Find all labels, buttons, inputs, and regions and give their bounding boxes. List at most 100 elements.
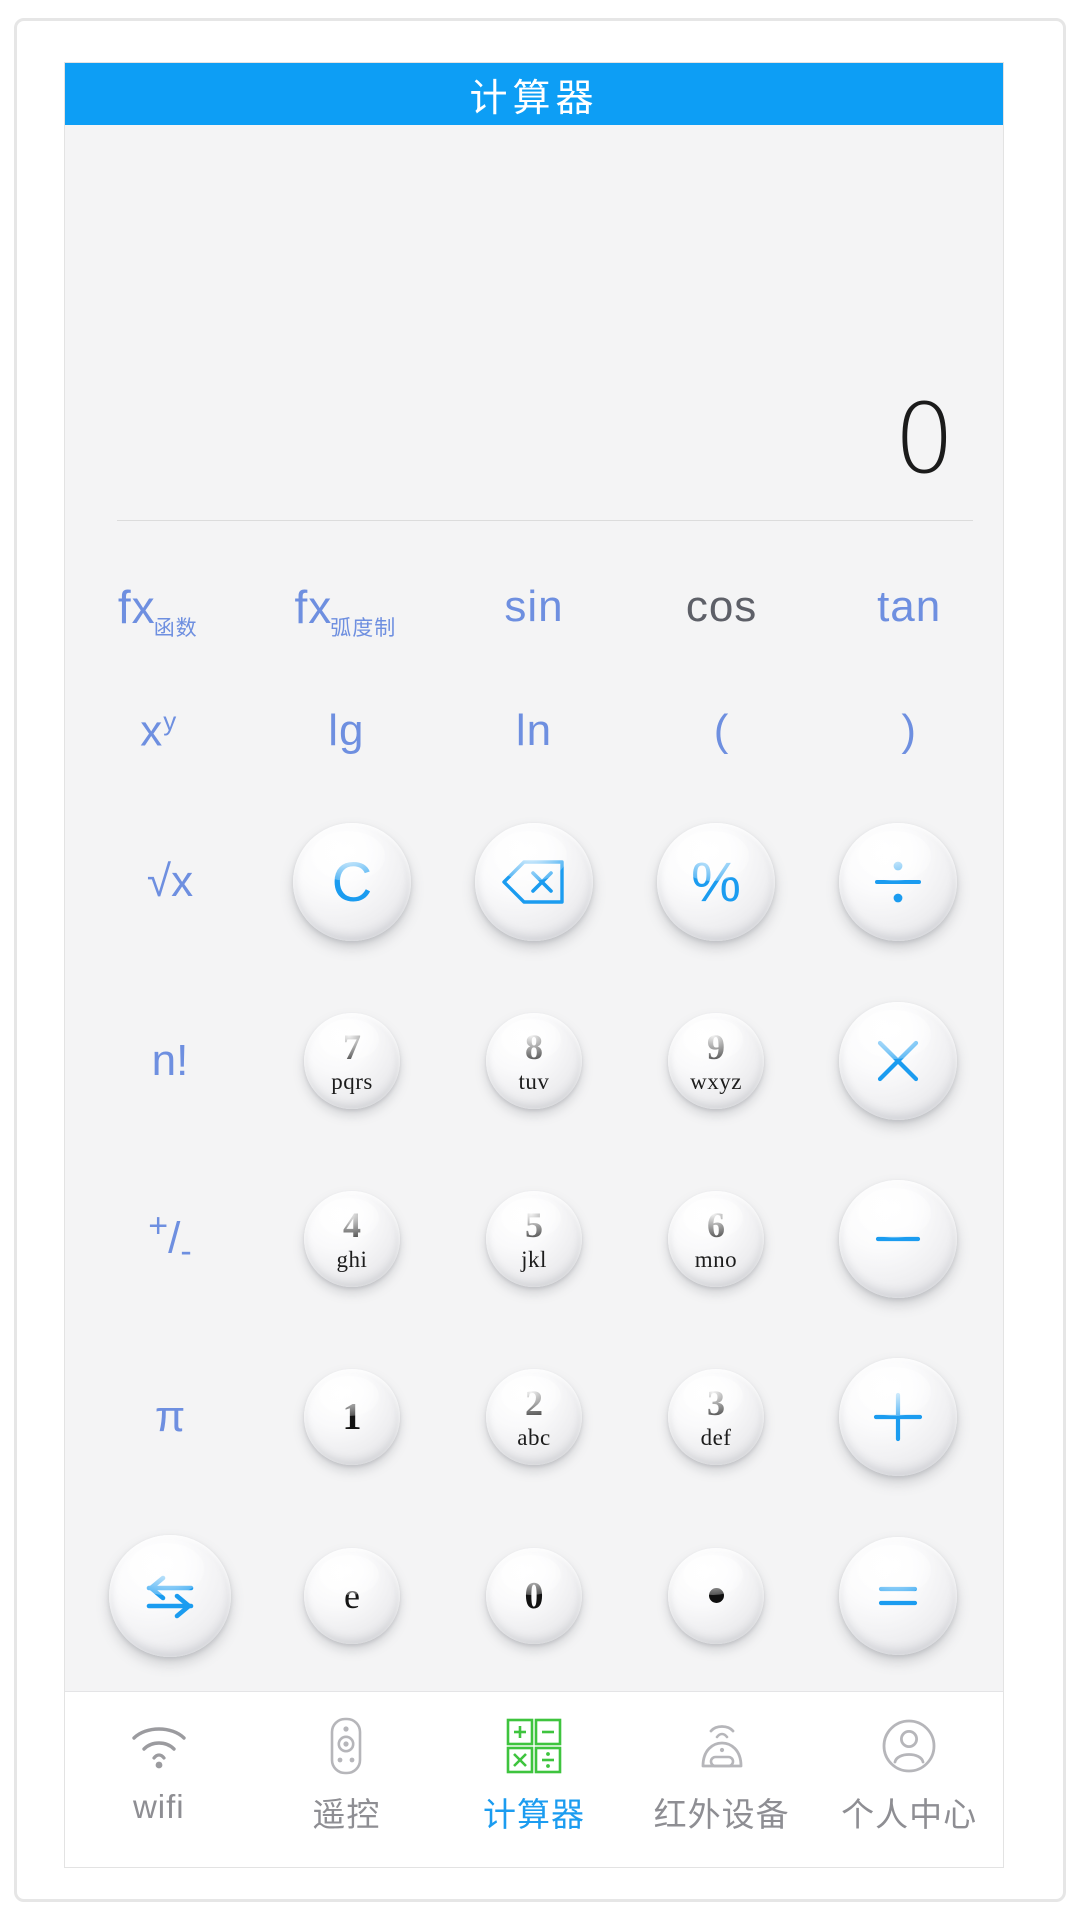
display-divider: [117, 520, 973, 521]
number-button-4[interactable]: 4 ghi: [304, 1190, 400, 1287]
calculator-body: 0 fx函数 fx弧度制 sin cos tan xy lg ln () √x…: [65, 125, 1003, 1691]
fn-x-power-y[interactable]: xy: [65, 706, 253, 757]
page-title: 计算器: [469, 77, 599, 120]
fn-fx-radian[interactable]: fx弧度制: [253, 580, 441, 640]
number-3-letters: def: [700, 1425, 732, 1451]
key-8-cell: 8 tuv: [443, 971, 625, 1149]
number-5-digit: 5: [525, 1204, 543, 1245]
fn-x-base: x: [140, 706, 164, 756]
multiply-button[interactable]: [839, 1001, 957, 1120]
clear-button[interactable]: C: [293, 823, 411, 942]
wifi-icon: [128, 1714, 190, 1778]
divide-icon: [870, 854, 926, 910]
nav-item-user-center[interactable]: 个人中心: [815, 1714, 1003, 1836]
key-percent-cell: %: [625, 793, 807, 971]
nav-item-wifi[interactable]: wifi: [65, 1714, 253, 1826]
plus-minus-bottom: -: [180, 1232, 192, 1271]
nav-label-remote: 遥控: [312, 1796, 381, 1833]
user-icon: [880, 1714, 938, 1778]
number-button-1[interactable]: 1: [304, 1369, 400, 1466]
nav-label-calculator: 计算器: [482, 1796, 585, 1833]
fn-paren-open[interactable]: (: [628, 706, 816, 756]
number-8-letters: tuv: [518, 1068, 550, 1094]
key-e-cell: e: [261, 1507, 443, 1685]
plus-button[interactable]: [839, 1358, 957, 1477]
percent-button[interactable]: %: [657, 823, 775, 942]
number-button-3[interactable]: 3 def: [668, 1369, 764, 1466]
fn-fx-function[interactable]: fx函数: [65, 580, 253, 640]
key-9-cell: 9 wxyz: [625, 971, 807, 1149]
number-1-digit: 1: [342, 1396, 362, 1439]
key-pi[interactable]: π: [79, 1328, 261, 1506]
fn-ln[interactable]: ln: [440, 706, 628, 756]
device-frame: 计算器 0 fx函数 fx弧度制 sin cos tan xy lg ln (…: [14, 18, 1066, 1902]
number-9-letters: wxyz: [690, 1068, 742, 1094]
fn-fx-function-sub: 函数: [153, 617, 198, 640]
key-equals-cell: [807, 1507, 989, 1685]
minus-icon: [870, 1211, 926, 1267]
fn-lg[interactable]: lg: [253, 706, 441, 756]
key-5-cell: 5 jkl: [443, 1150, 625, 1328]
key-minus-cell: [807, 1150, 989, 1328]
equals-icon: [870, 1568, 926, 1624]
fn-x-exponent: y: [163, 705, 178, 736]
number-6-digit: 6: [707, 1204, 725, 1245]
key-swap-cell: [79, 1507, 261, 1685]
number-button-7[interactable]: 7 pqrs: [304, 1012, 400, 1109]
key-3-cell: 3 def: [625, 1328, 807, 1506]
fn-sin[interactable]: sin: [440, 582, 628, 632]
app-panel: 计算器 0 fx函数 fx弧度制 sin cos tan xy lg ln (…: [64, 62, 1004, 1868]
nav-label-user-center: 个人中心: [841, 1796, 978, 1833]
swap-button[interactable]: [109, 1534, 231, 1657]
equals-button[interactable]: [839, 1536, 957, 1655]
number-button-2[interactable]: 2 abc: [486, 1369, 582, 1466]
nav-item-calculator[interactable]: 计算器: [440, 1714, 628, 1836]
fn-paren-close[interactable]: ): [815, 706, 1003, 756]
number-7-digit: 7: [343, 1026, 361, 1067]
number-button-e[interactable]: e: [304, 1547, 400, 1644]
fn-fx-radian-sub: 弧度制: [330, 617, 397, 640]
nav-item-infrared[interactable]: 红外设备: [628, 1714, 816, 1836]
app-header: 计算器: [65, 63, 1003, 125]
clear-label: C: [331, 850, 373, 914]
key-6-cell: 6 mno: [625, 1150, 807, 1328]
number-button-6[interactable]: 6 mno: [668, 1190, 764, 1287]
number-2-letters: abc: [517, 1425, 551, 1451]
key-divide-cell: [807, 793, 989, 971]
decimal-point-button[interactable]: [668, 1547, 764, 1644]
display-area[interactable]: 0: [65, 125, 1003, 545]
key-plus-minus[interactable]: +/-: [79, 1150, 261, 1328]
number-4-digit: 4: [343, 1204, 361, 1245]
fn-tan[interactable]: tan: [815, 582, 1003, 632]
number-2-digit: 2: [525, 1383, 543, 1424]
function-row-1: fx函数 fx弧度制 sin cos tan: [65, 545, 1003, 669]
pi-label: π: [154, 1392, 186, 1442]
divide-button[interactable]: [839, 823, 957, 942]
plus-minus-label: +/-: [148, 1209, 191, 1268]
key-7-cell: 7 pqrs: [261, 971, 443, 1149]
bottom-nav: wifi 遥控 计算器 红外设备 个人中心: [65, 1691, 1003, 1867]
number-6-letters: mno: [694, 1246, 738, 1272]
nav-item-remote[interactable]: 遥控: [253, 1714, 441, 1836]
number-button-9[interactable]: 9 wxyz: [668, 1012, 764, 1109]
backspace-button[interactable]: [475, 823, 593, 942]
fn-fx-radian-main: fx: [294, 581, 333, 633]
number-button-5[interactable]: 5 jkl: [486, 1190, 582, 1287]
number-3-digit: 3: [707, 1383, 725, 1424]
remote-icon: [325, 1714, 367, 1778]
multiply-icon: [870, 1033, 926, 1089]
key-0-cell: 0: [443, 1507, 625, 1685]
number-button-0[interactable]: 0: [486, 1547, 582, 1644]
key-factorial[interactable]: n!: [79, 971, 261, 1149]
infrared-icon: [691, 1714, 753, 1778]
key-multiply-cell: [807, 971, 989, 1149]
number-0-digit: 0: [524, 1574, 544, 1617]
key-sqrt[interactable]: √x: [79, 793, 261, 971]
number-button-8[interactable]: 8 tuv: [486, 1012, 582, 1109]
plus-minus-slash: /: [168, 1213, 181, 1263]
minus-button[interactable]: [839, 1179, 957, 1298]
swap-icon: [139, 1570, 201, 1622]
fn-cos[interactable]: cos: [628, 582, 816, 632]
nav-label-wifi: wifi: [132, 1788, 185, 1825]
key-4-cell: 4 ghi: [261, 1150, 443, 1328]
